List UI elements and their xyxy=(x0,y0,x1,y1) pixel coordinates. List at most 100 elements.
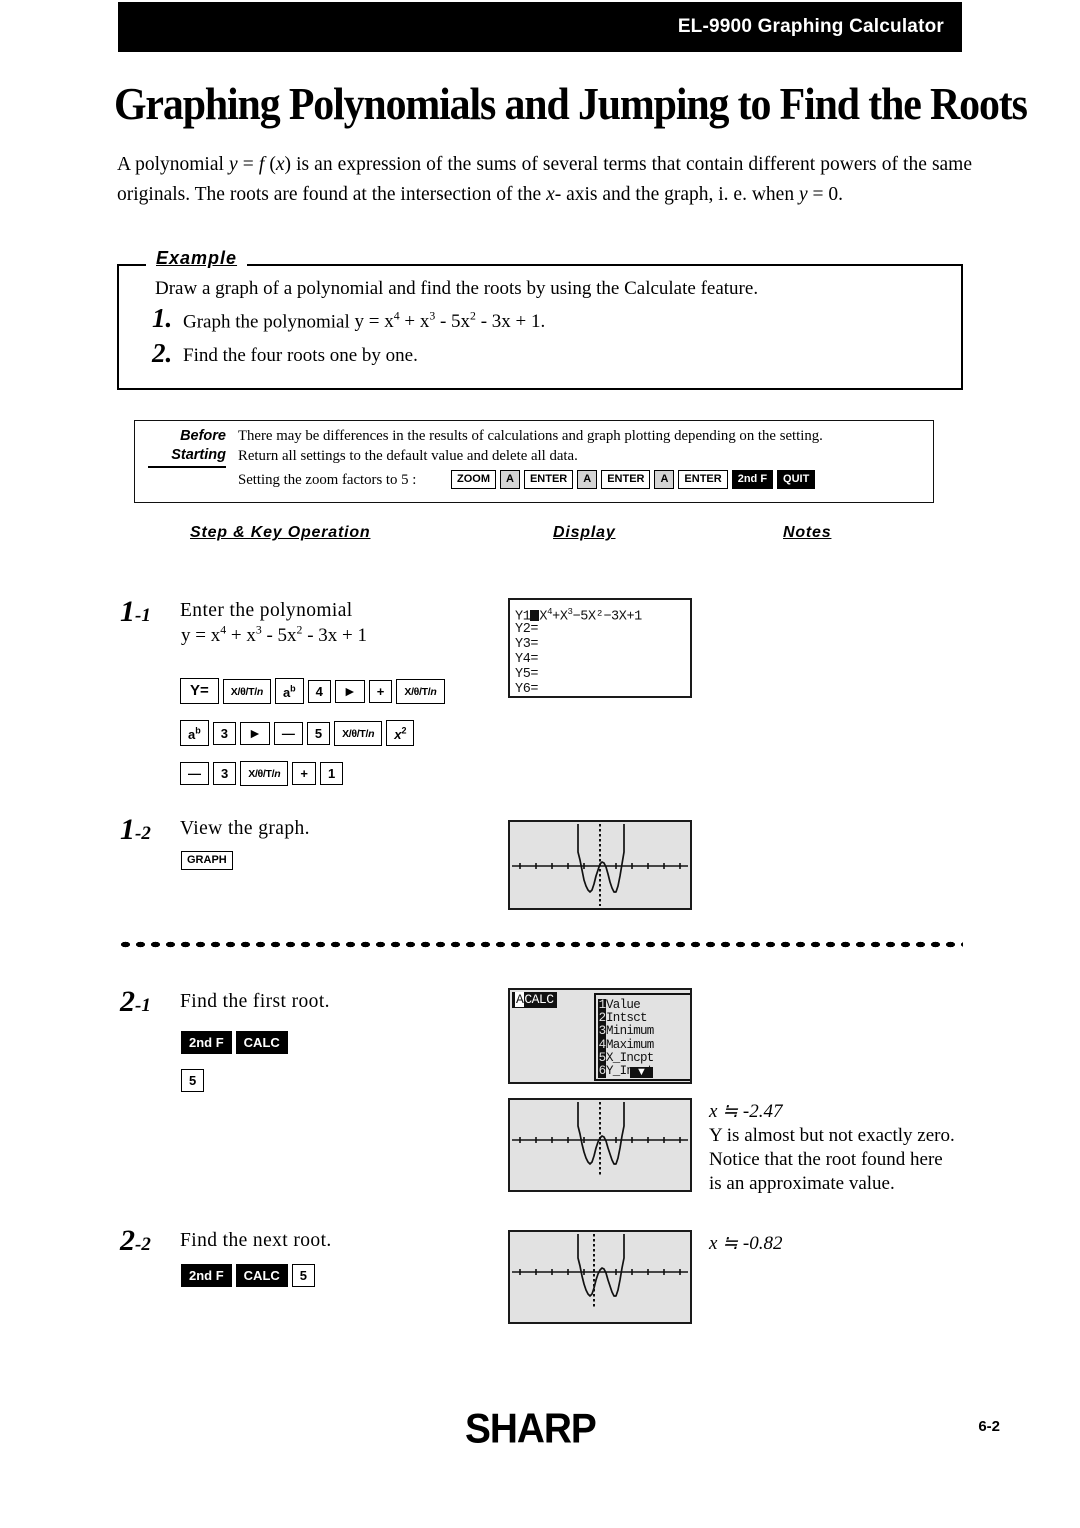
step-2-2-minor: -2 xyxy=(135,1234,151,1255)
note-x-value-1: x ≒ -2.47 xyxy=(709,1101,783,1122)
key-2nd-f[interactable]: 2nd F xyxy=(731,470,774,489)
header-bar: EL-9900 Graphing Calculator xyxy=(118,2,962,52)
key-1[interactable]: 1 xyxy=(320,762,344,785)
intro-text-1: A polynomial xyxy=(117,154,230,175)
graph-plot-1 xyxy=(512,824,688,906)
key-calc-1[interactable]: CALC xyxy=(235,1031,288,1054)
example-instruction: Draw a graph of a polynomial and find th… xyxy=(155,278,759,299)
step-1-1-text: Enter the polynomial xyxy=(180,600,353,621)
header-title: EL-9900 Graphing Calculator xyxy=(677,16,944,37)
key-zoom[interactable]: ZOOM xyxy=(451,470,496,489)
step-2-1-note: x ≒ -2.47 Y is almost but not exactly ze… xyxy=(709,1100,955,1196)
note-line-3: is an approximate value. xyxy=(709,1173,895,1194)
key-enter-3[interactable]: ENTER xyxy=(678,470,728,489)
calc-menu-title-text: CALC xyxy=(524,992,554,1007)
graph-plot-3 xyxy=(512,1234,688,1308)
key-2nd-f-2[interactable]: 2nd F xyxy=(181,1031,232,1054)
key-y-equals[interactable]: Y= xyxy=(180,678,219,705)
step-1-1-major: 1 xyxy=(120,595,135,628)
graph-plot-2 xyxy=(512,1102,688,1176)
intro-var-x-2: x xyxy=(546,184,555,205)
screen-graph-view xyxy=(508,820,692,910)
key-5-b[interactable]: 5 xyxy=(181,1069,205,1092)
graph-coord-y-1: Y=-5.2074E-9 xyxy=(613,1189,682,1190)
intro-paren-open: ( xyxy=(264,154,276,175)
key-calc-2[interactable]: CALC xyxy=(235,1264,288,1287)
key-a-power-b-2[interactable]: ab xyxy=(180,720,209,747)
step-2-1-major: 2 xyxy=(120,985,135,1018)
key-plus-2[interactable]: + xyxy=(292,762,316,785)
key-a-power-b-1[interactable]: ab xyxy=(274,678,304,705)
key-graph[interactable]: GRAPH xyxy=(181,851,233,870)
intro-text-6: = 0. xyxy=(807,184,843,205)
example-item-1-equation: y = x4 + x3 - 5x2 - 3x + 1. xyxy=(354,310,546,333)
before-starting-text-1: There may be differences in the results … xyxy=(238,428,823,444)
key-x-theta-t-n-3[interactable]: X/θ/T/n xyxy=(334,720,383,746)
graph-coord-x-2: X=-0.81975129 xyxy=(513,1321,588,1322)
before-label-line1: Before xyxy=(180,428,226,444)
lcd-y2-line: Y2= xyxy=(515,622,539,637)
page-number: 6-2 xyxy=(978,1418,1000,1435)
key-enter-2[interactable]: ENTER xyxy=(601,470,651,489)
key-x-squared[interactable]: x2 xyxy=(386,720,415,747)
key-x-theta-t-n-2[interactable]: X/θ/T/n xyxy=(396,678,445,704)
key-2nd-f-3[interactable]: 2nd F xyxy=(181,1264,232,1287)
key-right-arrow-2[interactable]: ► xyxy=(239,721,270,745)
calc-menu-prefix: A xyxy=(515,992,525,1007)
step-2-2-text: Find the next root. xyxy=(180,1230,332,1251)
example-label: Example xyxy=(146,248,248,269)
note-line-2: Notice that the root found here xyxy=(709,1149,943,1170)
key-x-theta-t-n-1[interactable]: X/θ/T/n xyxy=(222,678,271,704)
example-item-2-text: Find the four roots one by one. xyxy=(183,345,418,366)
lcd-y4-line: Y4= xyxy=(515,652,539,667)
step-2-1-text: Find the first root. xyxy=(180,991,330,1012)
key-a-2[interactable]: A xyxy=(577,470,598,489)
intro-text-4: - axis and the xyxy=(554,184,660,205)
note-line-1: Y is almost but not exactly zero. xyxy=(709,1125,955,1146)
calc-menu-popup: 1Value 2Intsct 3Minimum 4Maximum 5X_Incp… xyxy=(594,993,690,1081)
key-a-1[interactable]: A xyxy=(500,470,520,489)
lcd-y1-rest: −5X²−3X+1 xyxy=(572,609,643,625)
lcd-y1-plus-x: +X xyxy=(552,609,568,625)
before-label-line2: Starting xyxy=(171,447,226,463)
key-4[interactable]: 4 xyxy=(307,679,331,703)
calc-menu-title: ACALC xyxy=(512,992,557,1008)
key-minus-2[interactable]: — xyxy=(180,762,209,785)
step-1-2-number: 1-2 xyxy=(120,813,151,847)
step-1-2-text: View the graph. xyxy=(180,818,310,839)
intro-paragraph: A polynomial y = f (x) is an expression … xyxy=(117,150,972,210)
step-1-1-keys-row-1: Y= X/θ/T/n ab 4 ► + X/θ/T/n xyxy=(180,678,449,705)
before-starting-label: Before Starting xyxy=(148,427,226,468)
note-x-value-2: x ≒ -0.82 xyxy=(709,1233,783,1254)
key-a-3[interactable]: A xyxy=(654,470,675,489)
key-minus-1[interactable]: — xyxy=(273,721,303,745)
key-5-c[interactable]: 5 xyxy=(291,1264,316,1287)
example-item-1-prefix: Graph the polynomial xyxy=(183,311,355,333)
example-item-1-number: 1. xyxy=(152,303,173,333)
section-divider xyxy=(118,940,963,949)
key-5-a[interactable]: 5 xyxy=(306,721,331,745)
lcd-y6-line: Y6= xyxy=(515,682,539,697)
intro-eq: = xyxy=(237,154,259,175)
key-enter-1[interactable]: ENTER xyxy=(523,470,574,489)
key-3-a[interactable]: 3 xyxy=(212,721,236,745)
scroll-down-arrow-icon[interactable]: ▼ xyxy=(630,1067,653,1078)
key-x-theta-t-n-4[interactable]: X/θ/T/n xyxy=(240,761,289,786)
step-2-1-keys-row-2: 5 xyxy=(181,1069,208,1092)
step-1-2-major: 1 xyxy=(120,813,135,846)
step-1-2-keys: GRAPH xyxy=(181,851,237,870)
lcd-y5-line: Y5= xyxy=(515,667,539,682)
step-1-2-minor: -2 xyxy=(135,823,151,844)
example-item-1-text: Graph the polynomial y = x4 + x3 - 5x2 -… xyxy=(183,310,545,333)
step-2-1-number: 2-1 xyxy=(120,985,151,1019)
lcd-y3-line: Y3= xyxy=(515,637,539,652)
key-plus-1[interactable]: + xyxy=(368,679,393,703)
intro-var-x: x xyxy=(275,154,285,175)
screen-calc-menu: ACALC 1Value 2Intsct 3Minimum 4Maximum 5… xyxy=(508,988,692,1084)
screen-equation-editor: Y1 X4+X3−5X²−3X+1 Y2= Y3= Y4= Y5= Y6= xyxy=(508,598,692,698)
screen-graph-root-2: X=-0.81975129 Y=0 xyxy=(508,1230,692,1324)
key-quit[interactable]: QUIT xyxy=(777,470,816,489)
intro-text-5: graph, i. e. when xyxy=(664,184,799,205)
key-right-arrow-1[interactable]: ► xyxy=(334,679,365,703)
key-3-b[interactable]: 3 xyxy=(213,762,237,785)
